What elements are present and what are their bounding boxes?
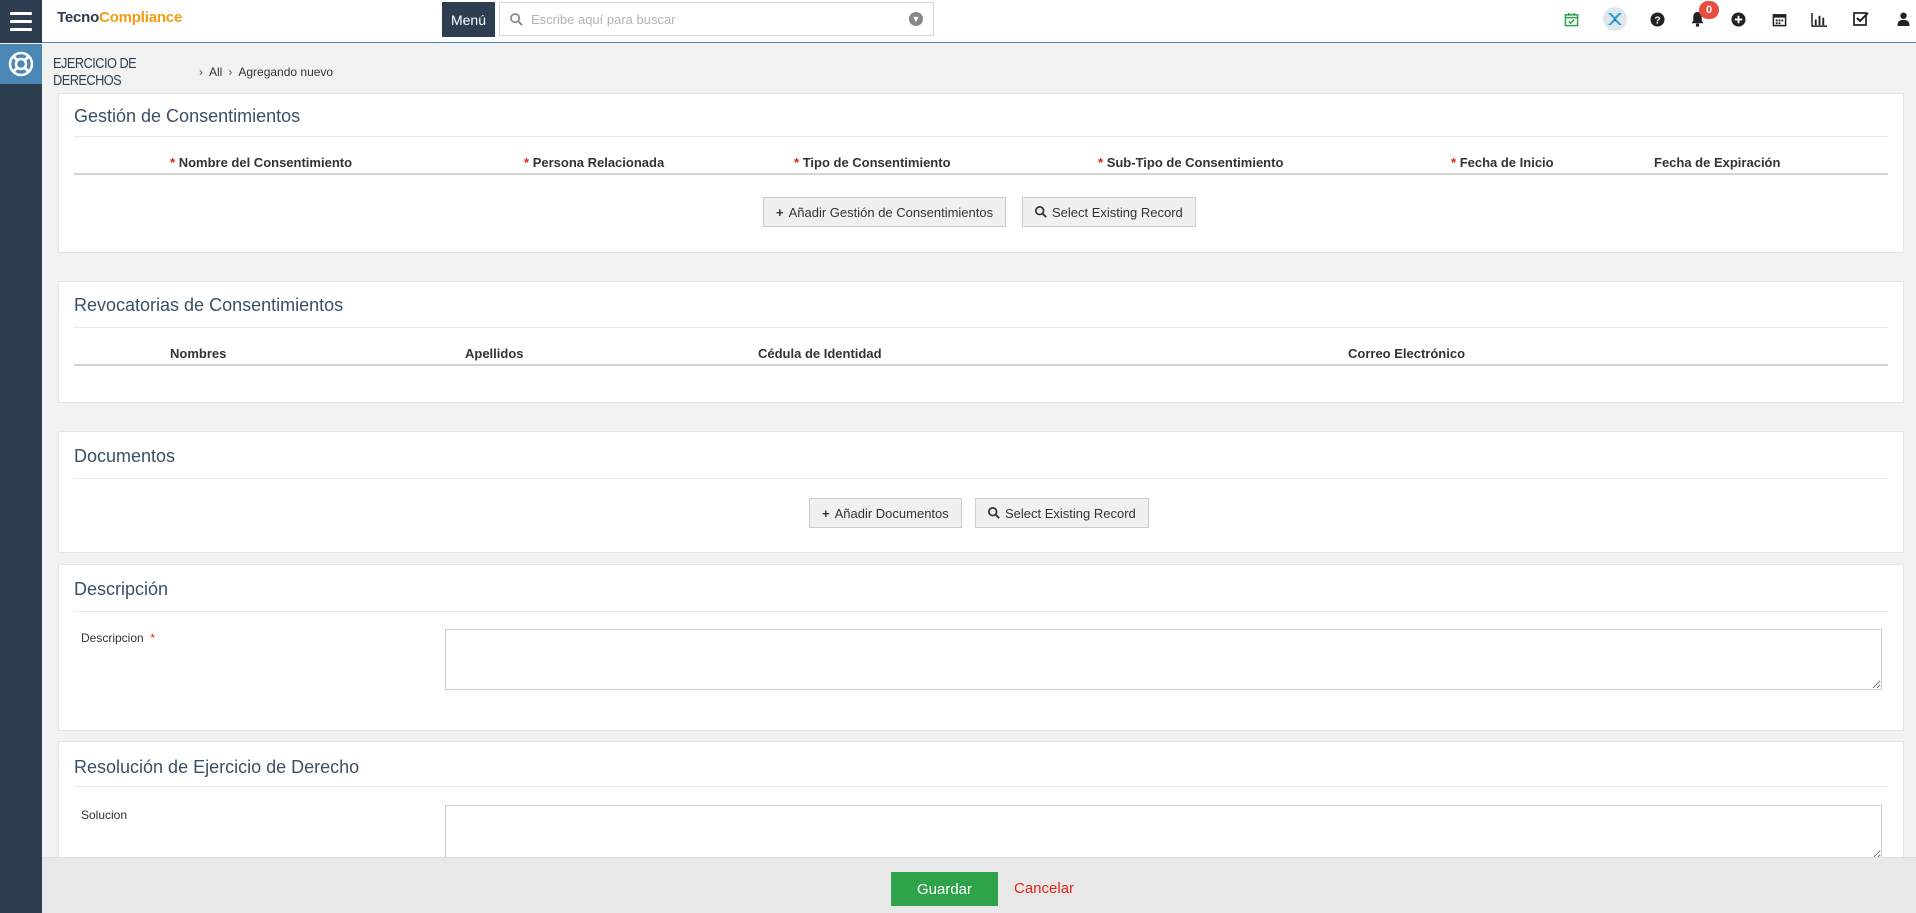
consent-table-header: * Nombre del Consentimiento * Persona Re…: [74, 153, 1888, 175]
notification-badge[interactable]: 0: [1699, 1, 1719, 19]
chevron-right-icon: ›: [228, 65, 233, 79]
calendar-icon[interactable]: [1769, 9, 1789, 29]
left-sidebar: [0, 44, 42, 913]
plus-circle-icon[interactable]: [1728, 9, 1748, 29]
column-header[interactable]: * Nombre del Consentimiento: [170, 155, 352, 170]
help-icon[interactable]: ?: [1647, 9, 1667, 29]
logo-part1: Tecno: [57, 9, 100, 26]
panel-title: Descripción: [74, 579, 169, 599]
column-header[interactable]: Apellidos: [465, 346, 524, 361]
user-icon[interactable]: [1893, 9, 1913, 29]
consent-management-panel: Gestión de Consentimientos * Nombre del …: [58, 93, 1904, 253]
panel-title: Revocatorias de Consentimientos: [74, 295, 344, 315]
required-mark: *: [794, 155, 800, 170]
panel-title: Resolución de Ejercicio de Derecho: [74, 757, 360, 777]
lifebuoy-icon: [8, 51, 34, 77]
divider: [74, 136, 1888, 137]
logo-part2: Compliance: [99, 9, 183, 26]
required-mark: *: [170, 155, 176, 170]
divider: [74, 327, 1888, 328]
add-consent-button[interactable]: + Añadir Gestión de Consentimientos: [763, 197, 1007, 227]
solution-textarea[interactable]: [445, 805, 1882, 860]
description-field-label: Descripcion *: [81, 631, 156, 645]
consent-revocations-panel: Revocatorias de Consentimientos Nombres …: [58, 281, 1904, 403]
search-icon: [1035, 206, 1047, 218]
search-icon: [988, 507, 1000, 519]
support-nav-item[interactable]: [0, 44, 42, 84]
panel-title: Documentos: [74, 446, 176, 466]
app-logo[interactable]: TecnoCompliance: [57, 9, 182, 26]
cancel-link[interactable]: Cancelar: [1014, 880, 1074, 897]
search-input[interactable]: [531, 11, 909, 27]
documents-panel: Documentos + Añadir Documentos Select Exi…: [58, 431, 1904, 553]
column-header[interactable]: Nombres: [170, 346, 226, 361]
required-mark: *: [1451, 155, 1457, 170]
panel-title: Gestión de Consentimientos: [74, 106, 301, 126]
checkbox-icon[interactable]: [1851, 9, 1871, 29]
column-header[interactable]: * Tipo de Consentimiento: [794, 155, 951, 170]
column-header[interactable]: Fecha de Expiración: [1654, 155, 1780, 170]
breadcrumb-module[interactable]: EJERCICIO DE DERECHOS: [53, 55, 172, 89]
revocation-table-header: Nombres Apellidos Cédula de Identidad Co…: [74, 344, 1888, 366]
required-mark: *: [524, 155, 530, 170]
svg-text:?: ?: [1654, 15, 1660, 26]
column-header[interactable]: Correo Electrónico: [1348, 346, 1465, 361]
calendar-check-icon[interactable]: [1561, 9, 1581, 29]
app-logo-icon[interactable]: [1603, 7, 1627, 31]
required-mark: *: [150, 631, 156, 645]
search-icon: [510, 12, 523, 26]
column-header[interactable]: * Persona Relacionada: [524, 155, 664, 170]
plus-icon: +: [776, 204, 784, 220]
column-header[interactable]: * Fecha de Inicio: [1451, 155, 1554, 170]
select-existing-consent-button[interactable]: Select Existing Record: [1022, 197, 1196, 227]
breadcrumb: EJERCICIO DE DERECHOS › All › Agregando …: [53, 55, 333, 89]
breadcrumb-current: Agregando nuevo: [238, 65, 334, 79]
description-panel: Descripción Descripcion *: [58, 564, 1904, 731]
top-bar: TecnoCompliance Menú ▼ ? 0: [0, 0, 1916, 43]
column-header[interactable]: Cédula de Identidad: [758, 346, 882, 361]
form-footer: Guardar Cancelar: [42, 857, 1916, 913]
breadcrumb-all[interactable]: All: [209, 65, 222, 79]
divider: [74, 478, 1888, 479]
chevron-down-icon[interactable]: ▼: [909, 12, 923, 26]
save-button[interactable]: Guardar: [891, 872, 998, 906]
divider: [74, 611, 1888, 612]
required-mark: *: [1098, 155, 1104, 170]
plus-icon: +: [822, 505, 830, 521]
divider: [74, 786, 1888, 787]
bar-chart-icon[interactable]: [1809, 9, 1829, 29]
description-textarea[interactable]: [445, 629, 1882, 690]
chevron-right-icon: ›: [199, 65, 203, 79]
column-header[interactable]: * Sub-Tipo de Consentimiento: [1098, 155, 1283, 170]
menu-button[interactable]: Menú: [442, 2, 495, 37]
add-documents-button[interactable]: + Añadir Documentos: [809, 498, 962, 528]
hamburger-menu-icon[interactable]: [0, 0, 42, 43]
solution-field-label: Solucion: [81, 808, 128, 822]
search-bar[interactable]: ▼: [499, 2, 934, 36]
select-existing-document-button[interactable]: Select Existing Record: [975, 498, 1149, 528]
